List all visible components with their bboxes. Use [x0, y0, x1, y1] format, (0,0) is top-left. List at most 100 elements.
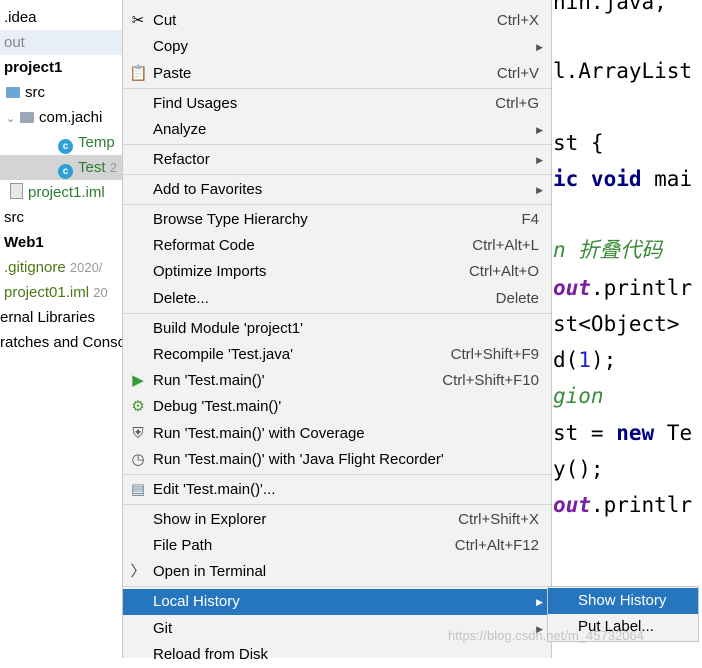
menu-separator: [123, 174, 551, 175]
menu-item-label: Edit 'Test.main()'...: [153, 481, 276, 498]
code-token: Te: [654, 421, 693, 445]
menu-item-add-to-favorites[interactable]: Add to Favorites ▶: [123, 177, 551, 203]
menu-item-label: Open in Terminal: [153, 563, 267, 580]
menu-item-label: Run 'Test.main()' with 'Java Flight Reco…: [153, 451, 444, 468]
tree-item-label: ratches and Conso: [0, 334, 124, 351]
tree-item-label: com.jachi: [39, 109, 103, 126]
menu-item-reload-from-disk[interactable]: Reload from Disk: [123, 642, 551, 668]
code-token: new: [616, 421, 655, 445]
tree-item-project1-iml[interactable]: project1.iml: [0, 180, 124, 205]
menu-shortcut: Ctrl+Alt+L: [472, 237, 539, 254]
project-tree: .idea out project1 src ⌄ com.jachi c Temp …: [0, 0, 124, 658]
code-comment: n 折叠代码: [553, 238, 663, 262]
menu-shortcut: Ctrl+Shift+X: [458, 511, 539, 528]
menu-item-delete[interactable]: Delete... Delete: [123, 286, 551, 312]
code-token: out: [553, 493, 591, 517]
tree-item-date: 2: [109, 160, 117, 175]
submenu-arrow-icon: ▶: [536, 155, 543, 165]
menu-item-run[interactable]: ▶ Run 'Test.main()' Ctrl+Shift+F10: [123, 368, 551, 394]
menu-shortcut: Ctrl+Shift+F9: [450, 346, 539, 363]
menu-item-edit-configuration[interactable]: ▤ Edit 'Test.main()'...: [123, 477, 551, 503]
tree-item-out[interactable]: out: [0, 30, 124, 55]
class-icon: c: [58, 139, 73, 154]
tree-item-label: ernal Libraries: [0, 309, 96, 326]
menu-item-label: Reload from Disk: [153, 646, 269, 663]
menu-item-run-with-coverage[interactable]: ⛨ Run 'Test.main()' with Coverage: [123, 421, 551, 447]
flight-recorder-icon: ◷: [131, 451, 145, 468]
menu-item-refactor[interactable]: Refactor ▶: [123, 147, 551, 173]
code-line: d(1);: [553, 343, 702, 377]
submenu-item-show-history[interactable]: Show History: [548, 588, 698, 614]
tree-item-temp[interactable]: c Temp: [0, 130, 124, 155]
menu-item-show-in-explorer[interactable]: Show in Explorer Ctrl+Shift+X: [123, 507, 551, 533]
scissors-icon: ✂: [131, 12, 145, 29]
context-menu: ✂ Cut Ctrl+X Copy ▶ 📋 Paste Ctrl+V Find Usage…: [122, 0, 552, 663]
tree-item-package[interactable]: ⌄ com.jachi: [0, 105, 124, 130]
menu-shortcut: Ctrl+X: [496, 12, 539, 29]
submenu-arrow-icon: ▶: [536, 597, 543, 607]
menu-separator: [123, 504, 551, 505]
menu-separator: [123, 474, 551, 475]
tree-item-src[interactable]: src: [0, 80, 124, 105]
menu-item-open-in-terminal[interactable]: 〉 Open in Terminal: [123, 559, 551, 585]
tree-item-label: src: [4, 209, 24, 226]
coverage-shield-icon: ⛨: [132, 425, 144, 442]
menu-item-label: Paste: [153, 65, 192, 82]
code-token: out: [553, 276, 591, 300]
chevron-down-icon[interactable]: ⌄: [6, 107, 18, 130]
menu-item-label: Delete...: [153, 290, 209, 307]
code-token: ic void: [553, 167, 642, 191]
menu-item-label: Refactor: [153, 151, 210, 168]
menu-item-optimize-imports[interactable]: Optimize Imports Ctrl+Alt+O: [123, 259, 551, 285]
menu-item-local-history[interactable]: Local History ▶: [123, 589, 551, 615]
menu-item-find-usages[interactable]: Find Usages Ctrl+G: [123, 91, 551, 117]
class-icon: c: [58, 164, 73, 179]
terminal-icon: 〉: [130, 563, 146, 580]
tree-item-scratches[interactable]: ratches and Conso: [0, 330, 124, 355]
menu-item-label: Recompile 'Test.java': [153, 346, 293, 363]
tree-item-external-libraries[interactable]: ernal Libraries: [0, 305, 124, 330]
code-line: y();: [553, 457, 604, 481]
menu-item-run-with-jfr[interactable]: ◷ Run 'Test.main()' with 'Java Flight Rec…: [123, 447, 551, 473]
menu-item-build-module[interactable]: Build Module 'project1': [123, 316, 551, 342]
submenu-arrow-icon: ▶: [536, 185, 543, 195]
tree-item-project1[interactable]: project1: [0, 55, 124, 80]
tree-item-label: Temp: [78, 134, 115, 151]
code-line: ic void mai: [553, 162, 702, 196]
tree-item-project01-iml[interactable]: project01.iml 20: [0, 280, 124, 305]
code-token: mai: [641, 167, 693, 191]
code-line: out.printlr: [553, 271, 702, 305]
menu-shortcut: Ctrl+Alt+F12: [454, 537, 539, 554]
tree-item-idea[interactable]: .idea: [4, 5, 128, 30]
menu-item-analyze[interactable]: Analyze ▶: [123, 117, 551, 143]
menu-item-cut[interactable]: ✂ Cut Ctrl+X: [123, 8, 551, 34]
code-token: d(: [553, 348, 579, 372]
menu-item-reformat-code[interactable]: Reformat Code Ctrl+Alt+L: [123, 233, 551, 259]
tree-item-label: .idea: [4, 9, 37, 26]
menu-separator: [123, 88, 551, 89]
menu-shortcut: Ctrl+G: [495, 95, 539, 112]
tree-item-label: Test: [78, 159, 106, 176]
code-token: st =: [553, 421, 617, 445]
tree-item-label: .gitignore: [4, 259, 66, 276]
tree-item-src-root[interactable]: src: [0, 205, 124, 230]
menu-item-copy[interactable]: Copy ▶: [123, 34, 551, 60]
menu-item-label: Reformat Code: [153, 237, 255, 254]
menu-separator: [123, 144, 551, 145]
clipboard-icon: 📋: [129, 65, 148, 82]
tree-item-web1[interactable]: Web1: [0, 230, 124, 255]
menu-item-recompile[interactable]: Recompile 'Test.java' Ctrl+Shift+F9: [123, 342, 551, 368]
menu-item-label: Local History: [153, 593, 240, 610]
menu-item-label: Git: [153, 620, 173, 637]
menu-item-debug[interactable]: ⚙ Debug 'Test.main()': [123, 394, 551, 420]
menu-item-label: Run 'Test.main()' with Coverage: [153, 425, 365, 442]
menu-item-file-path[interactable]: File Path Ctrl+Alt+F12: [123, 533, 551, 559]
tree-item-gitignore[interactable]: .gitignore 2020/: [0, 255, 124, 280]
tree-item-test[interactable]: c Test 2: [0, 155, 124, 180]
code-editor[interactable]: nin.java, l.ArrayList st { ic void mai n…: [552, 0, 702, 658]
menu-item-browse-type-hierarchy[interactable]: Browse Type Hierarchy F4: [123, 207, 551, 233]
menu-separator: [123, 586, 551, 587]
menu-item-paste[interactable]: 📋 Paste Ctrl+V: [123, 61, 551, 87]
menu-item-label: Build Module 'project1': [153, 320, 303, 337]
tree-item-date: 2020/: [69, 260, 103, 275]
